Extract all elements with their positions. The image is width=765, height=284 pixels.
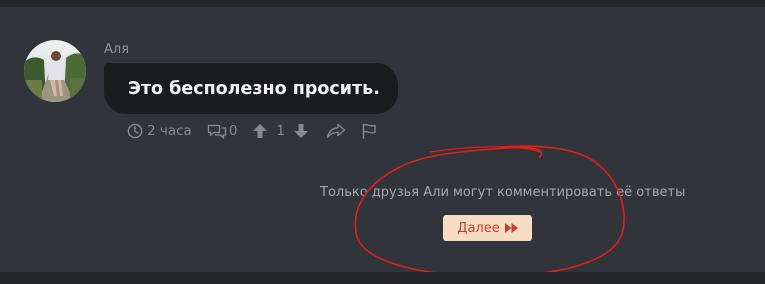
share-icon (326, 123, 346, 139)
comment-author[interactable]: Аля (104, 42, 129, 58)
upvote-button[interactable] (252, 123, 268, 139)
flag-icon (361, 123, 377, 139)
upvote-icon (252, 123, 268, 139)
comment-time: 2 часа (127, 123, 192, 139)
clock-icon (127, 123, 143, 139)
fast-forward-icon (504, 223, 518, 233)
vote-count: 1 (276, 123, 286, 139)
comment-text: Это бесполезно просить. (128, 78, 380, 99)
downvote-button[interactable] (293, 123, 309, 139)
replies-button[interactable]: 0 (207, 123, 238, 139)
next-button-label: Далее (457, 220, 500, 236)
avatar[interactable] (24, 40, 86, 102)
comment-bubble: Это бесполезно просить. (104, 63, 398, 114)
replies-count: 0 (228, 123, 238, 139)
share-button[interactable] (326, 123, 346, 139)
downvote-icon (293, 123, 309, 139)
comment-time-text: 2 часа (147, 123, 192, 139)
comment-actions: 2 часа 0 1 (127, 121, 377, 141)
next-button[interactable]: Далее (443, 215, 532, 241)
restriction-notice: Только друзья Али могут комментировать е… (320, 185, 686, 200)
bottom-divider (0, 272, 765, 284)
report-button[interactable] (361, 123, 377, 139)
comments-icon (207, 123, 227, 139)
top-divider (0, 0, 765, 7)
